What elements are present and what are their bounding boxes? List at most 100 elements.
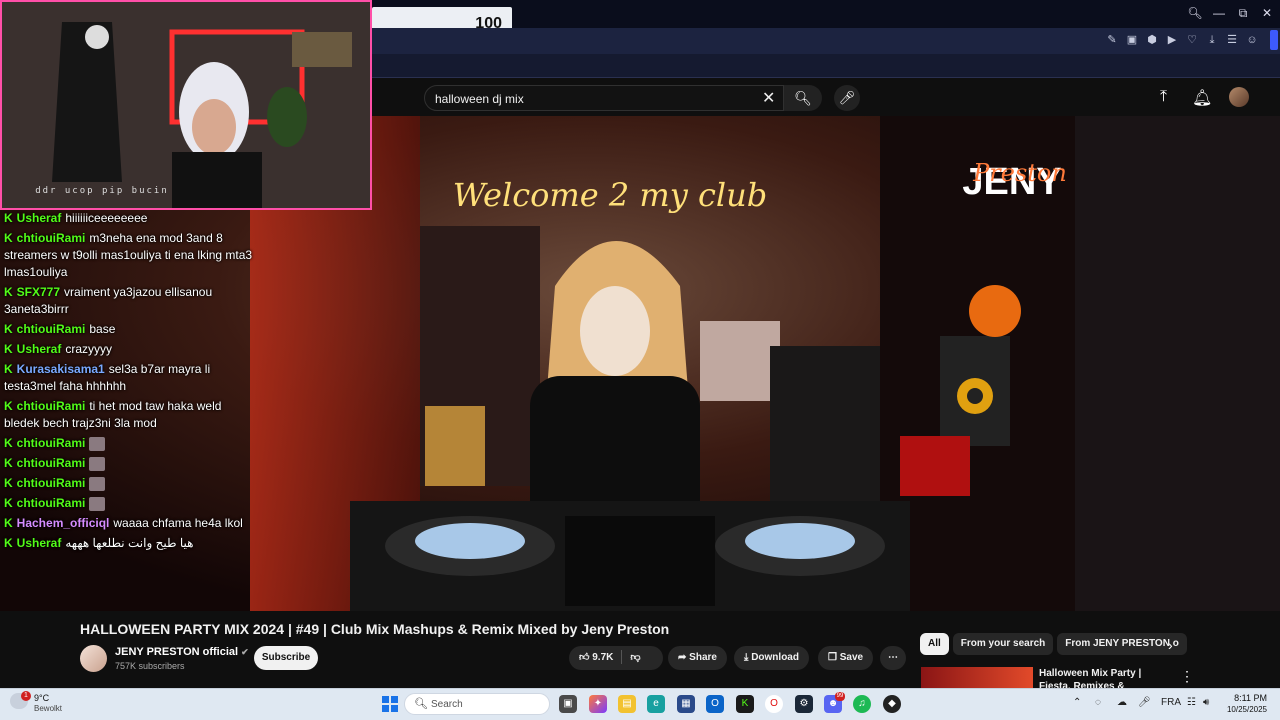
kick-badge-icon: K (4, 456, 13, 470)
thumb-down-icon[interactable]: 👎︎ (630, 652, 640, 663)
steam-icon[interactable]: ⚙ (795, 695, 813, 713)
neon-sign-text: Welcome 2 my club (453, 176, 767, 214)
search-input[interactable]: halloween dj mix (424, 85, 784, 111)
chat-username: chtiouiRami (16, 231, 86, 245)
clock-time[interactable]: 8:11 PM (1225, 693, 1267, 703)
chat-message: KchtiouiRami base (4, 321, 254, 338)
more-button[interactable]: ⋯ (880, 646, 906, 670)
spotify-icon[interactable]: ♫ (853, 695, 871, 713)
share-icon: ➦ (678, 652, 687, 663)
weather-badge: 1 (21, 691, 31, 701)
outlook-icon[interactable]: O (706, 695, 724, 713)
subscribe-button[interactable]: Subscribe (254, 646, 318, 670)
download-icon[interactable]: ⤓ (1205, 33, 1219, 47)
network-tray-icon[interactable]: ◌ (1095, 697, 1101, 708)
file-explorer-icon[interactable]: ▤ (618, 695, 636, 713)
emote-icon (89, 456, 106, 471)
calculator-icon[interactable]: ▦ (677, 695, 695, 713)
stream-chat-overlay: K Usheraf hiiiiiiceeeeeeee KchtiouiRami m3ne… (0, 210, 258, 550)
sidebar-toggle[interactable] (1270, 30, 1278, 50)
clock-date[interactable]: 10/25/2025 (1219, 705, 1267, 714)
shield-icon[interactable]: ⬢ (1145, 33, 1159, 47)
kick-badge-icon: K (4, 436, 13, 450)
channel-avatar[interactable] (80, 645, 107, 672)
filter-chip[interactable]: From your search (952, 633, 1054, 655)
kick-badge-icon: K (4, 516, 13, 530)
video-side-area (1075, 116, 1280, 611)
thumb-up-icon: 👍︎ (579, 652, 590, 663)
chat-message: KchtiouiRami ti het mod taw haka weld ble… (4, 398, 254, 432)
cloud-icon[interactable]: ☁ (1117, 697, 1127, 708)
copilot-icon[interactable]: ✦ (589, 695, 607, 713)
channel-name-text: JENY PRESTON official (115, 646, 239, 658)
app-icon[interactable]: ◆ (883, 695, 901, 713)
search-button[interactable]: 🔍︎ (784, 85, 822, 111)
chevron-right-icon[interactable]: › (1168, 637, 1173, 653)
kick-badge-icon: K (4, 476, 13, 490)
filter-chip[interactable]: All (920, 633, 949, 655)
upload-icon[interactable]: ⤒ (1160, 88, 1167, 106)
edge-icon[interactable]: e (647, 695, 665, 713)
windows-start-icon[interactable] (382, 696, 398, 712)
chat-username: chtiouiRami (16, 496, 86, 510)
windows-logo (382, 696, 398, 712)
webcam-caption: ddr ucop pip bucin (35, 186, 169, 196)
taskbar (0, 688, 1280, 720)
mic-icon[interactable]: 🎤︎ (834, 85, 860, 111)
heart-icon[interactable]: ♡ (1185, 33, 1199, 47)
camera-icon[interactable]: ▣ (1125, 33, 1139, 47)
chat-username: chtiouiRami (16, 322, 86, 336)
volume-icon[interactable]: 🔊︎ (1203, 697, 1209, 708)
menu-icon[interactable]: ☰ (1225, 33, 1239, 47)
download-icon: ⤓ (744, 652, 749, 663)
mic-icon[interactable]: 🎤︎ (1138, 697, 1151, 708)
like-divider (621, 650, 623, 665)
edit-icon[interactable]: ✎ (1105, 33, 1119, 47)
chat-username: Kurasakisama1 (16, 362, 105, 376)
search-icon[interactable]: 🔍︎ (1187, 6, 1203, 20)
chat-username: SFX777 (16, 285, 61, 299)
minimize-button[interactable]: — (1211, 6, 1227, 20)
chat-message: K Usheraf هيا طيح وانت نطلعها هههه (4, 535, 254, 552)
kick-badge-icon: K (4, 362, 13, 376)
kebab-menu-icon[interactable]: ⋮ (1180, 668, 1194, 685)
bell-icon[interactable]: 🔔︎ (1192, 88, 1212, 108)
chat-message: KchtiouiRami (4, 475, 254, 492)
weather-temp[interactable]: 9°C (34, 693, 49, 703)
discord-badge: 99 (835, 692, 845, 701)
kick-icon[interactable]: K (736, 695, 754, 713)
weather-desc[interactable]: Bewolkt (34, 704, 62, 713)
chat-username: chtiouiRami (16, 436, 86, 450)
task-view-icon[interactable]: ▣ (559, 695, 577, 713)
kick-badge-icon: K (4, 342, 13, 356)
chat-message: K Usheraf hiiiiiiceeeeeeee (4, 210, 254, 227)
avatar[interactable] (1229, 87, 1249, 107)
save-button[interactable]: ❐ Save (818, 646, 874, 670)
search-icon: 🔍︎ (414, 698, 428, 710)
language-indicator[interactable]: FRA (1161, 697, 1181, 708)
maximize-button[interactable]: ⧉ (1235, 6, 1251, 21)
emote-icon (89, 436, 106, 451)
chat-username: Hachem_officiql (16, 516, 110, 530)
clear-icon[interactable]: ✕ (762, 88, 775, 108)
like-button[interactable]: 👍︎ 9.7K 👎︎ (569, 646, 663, 670)
chat-message: KchtiouiRami (4, 435, 254, 452)
chat-username: chtiouiRami (16, 399, 86, 413)
wifi-icon[interactable]: ☷ (1187, 697, 1196, 708)
chat-message: KchtiouiRami (4, 455, 254, 472)
play-icon[interactable]: ▶ (1165, 33, 1179, 47)
opera-icon[interactable]: O (765, 695, 783, 713)
chat-message: K Usheraf crazyyyy (4, 341, 254, 358)
subscriber-count: 757K subscribers (115, 661, 185, 671)
chat-message: K SFX777 vraiment ya3jazou ellisanou 3anet… (4, 284, 254, 318)
download-button[interactable]: ⤓ Download (734, 646, 809, 670)
chat-text: crazyyyy (65, 342, 113, 356)
close-icon[interactable]: ✕ (1259, 6, 1275, 20)
more-icon: ⋯ (888, 652, 898, 663)
chevron-up-icon[interactable]: ⌃ (1073, 697, 1081, 708)
chat-username: Usheraf (16, 342, 62, 356)
share-button[interactable]: ➦ Share (668, 646, 727, 670)
like-count: 9.7K (592, 652, 614, 663)
channel-name[interactable]: JENY PRESTON official ✔ (115, 646, 249, 658)
profile-icon[interactable]: ☺ (1245, 33, 1259, 47)
